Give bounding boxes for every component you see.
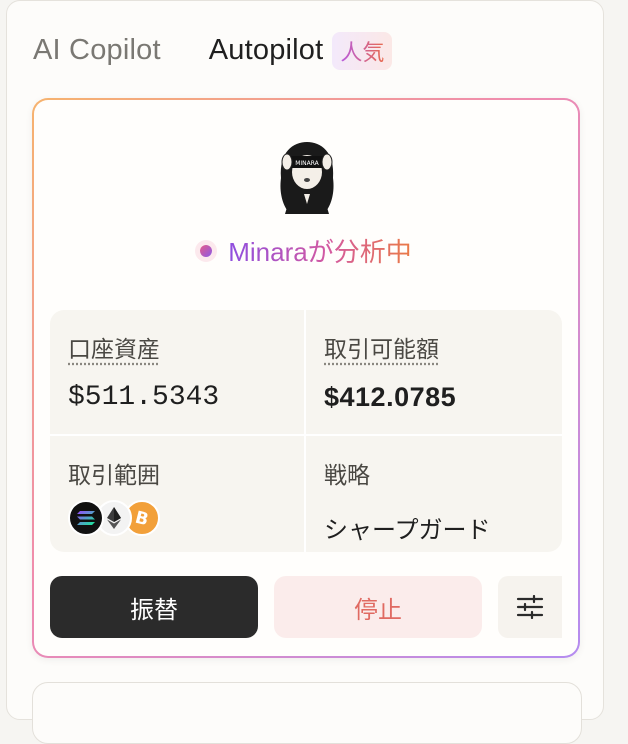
autopilot-card-body: MINARA Minaraが分析中 口座資産 $511.5343 取引可能額 $ xyxy=(34,100,578,656)
analysis-status: Minaraが分析中 xyxy=(34,232,578,269)
account-assets-label[interactable]: 口座資産 xyxy=(68,330,219,364)
minara-avatar: MINARA xyxy=(280,142,334,214)
grid-divider xyxy=(50,434,562,436)
action-buttons: 振替 停止 xyxy=(50,576,578,640)
strategy-cell: 戦略 シャープガード xyxy=(324,456,491,545)
strategy-label: 戦略 xyxy=(324,462,370,488)
stop-button[interactable]: 停止 xyxy=(274,576,482,638)
svg-text:B: B xyxy=(133,508,150,528)
trading-range-cell: 取引範囲 B xyxy=(68,456,160,536)
solana-icon xyxy=(68,500,104,536)
next-card xyxy=(32,682,582,744)
strategy-value: シャープガード xyxy=(324,517,491,544)
account-assets-value: $511.5343 xyxy=(68,382,220,413)
avatar-visor-text: MINARA xyxy=(295,160,319,167)
autopilot-card: MINARA Minaraが分析中 口座資産 $511.5343 取引可能額 $ xyxy=(32,98,580,658)
settings-button[interactable] xyxy=(498,576,562,638)
popular-badge-text: 人気 xyxy=(340,40,385,65)
tradable-amount-value: $412.0785 xyxy=(324,382,457,412)
transfer-button[interactable]: 振替 xyxy=(50,576,258,638)
tradable-amount-label[interactable]: 取引可能額 xyxy=(324,330,456,364)
grid-divider xyxy=(304,310,306,552)
tab-ai-copilot[interactable]: AI Copilot xyxy=(33,34,161,67)
account-assets-cell: 口座資産 $511.5343 xyxy=(68,330,219,413)
sliders-icon xyxy=(516,595,544,619)
status-text: Minaraが分析中 xyxy=(228,232,411,269)
coin-list: B xyxy=(68,500,160,536)
status-dot-icon xyxy=(200,244,213,257)
popular-badge: 人気 xyxy=(332,32,393,70)
stats-grid: 口座資産 $511.5343 取引可能額 $412.0785 取引範囲 B 戦略… xyxy=(50,310,562,552)
mode-tabs: AI Copilot Autopilot 人気 xyxy=(33,31,393,70)
tradable-amount-cell: 取引可能額 $412.0785 xyxy=(324,330,456,413)
tab-autopilot[interactable]: Autopilot xyxy=(209,34,324,67)
trading-range-label: 取引範囲 xyxy=(68,462,160,488)
